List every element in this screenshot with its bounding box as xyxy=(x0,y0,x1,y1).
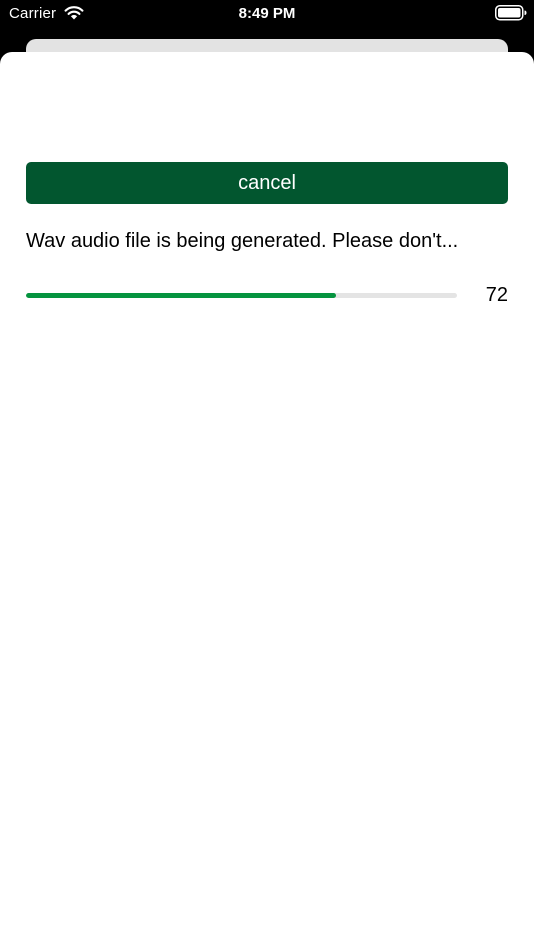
modal-sheet: cancel Wav audio file is being generated… xyxy=(0,52,534,950)
cancel-button[interactable]: cancel xyxy=(26,162,508,204)
clock: 8:49 PM xyxy=(238,5,296,22)
battery-full-icon xyxy=(495,5,527,21)
progress-bar xyxy=(26,293,457,298)
status-bar: Carrier 8:49 PM xyxy=(0,0,534,30)
progress-value: 72 xyxy=(485,284,508,306)
status-message: Wav audio file is being generated. Pleas… xyxy=(26,230,459,252)
progress-bar-fill xyxy=(26,293,337,298)
screen: Carrier 8:49 PM cancel Wav audio file is… xyxy=(0,0,534,950)
